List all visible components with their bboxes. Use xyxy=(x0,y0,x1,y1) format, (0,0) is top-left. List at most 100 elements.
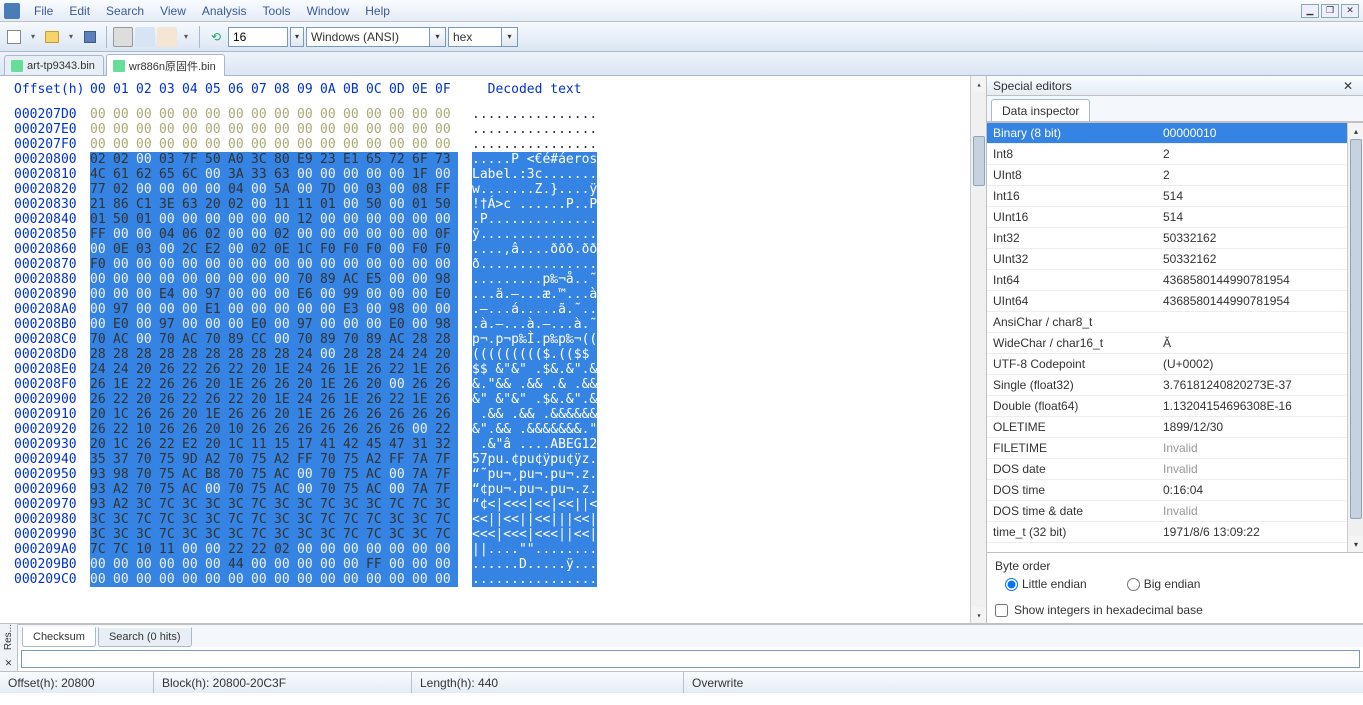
open-file-dropdown[interactable]: ▾ xyxy=(64,27,78,47)
inspector-value: Invalid xyxy=(1157,504,1363,518)
close-window-button[interactable]: ✕ xyxy=(1341,4,1359,18)
inspector-row[interactable]: Int644368580144990781954 xyxy=(987,270,1363,291)
inspector-row[interactable]: Double (float64)1.13204154696308E-16 xyxy=(987,396,1363,417)
inspector-key: Binary (8 bit) xyxy=(987,126,1157,140)
inspector-row[interactable]: AnsiChar / char8_t xyxy=(987,312,1363,333)
inspector-row[interactable]: UTF-8 Codepoint (U+0002) xyxy=(987,354,1363,375)
file-icon xyxy=(11,60,23,72)
menu-analysis[interactable]: Analysis xyxy=(194,2,255,20)
toggle-b-button[interactable] xyxy=(135,27,155,47)
back-button[interactable]: ⟲ xyxy=(206,27,226,47)
scroll-thumb[interactable] xyxy=(973,136,985,186)
menu-tools[interactable]: Tools xyxy=(255,2,299,20)
byteorder-group: Byte order Little endian Big endian xyxy=(987,552,1363,597)
menubar: FileEditSearchViewAnalysisToolsWindowHel… xyxy=(0,0,1363,22)
inspector-key: DOS time & date xyxy=(987,504,1157,518)
inspector-key: UInt64 xyxy=(987,294,1157,308)
special-editors-panel: Special editors ✕ Data inspector Binary … xyxy=(987,76,1363,623)
minimize-button[interactable]: ▁ xyxy=(1301,4,1319,18)
encoding-combo[interactable]: Windows (ANSI) ▾ xyxy=(306,27,446,47)
open-file-button[interactable] xyxy=(42,27,62,47)
toggle-c-button[interactable] xyxy=(157,27,177,47)
scroll-up-button[interactable]: ▴ xyxy=(971,76,987,92)
panel-close-button[interactable]: ✕ xyxy=(1339,79,1357,93)
encoding-value: Windows (ANSI) xyxy=(307,30,403,44)
file-tab-label: art-tp9343.bin xyxy=(27,60,95,72)
inspector-scroll-thumb[interactable] xyxy=(1350,139,1362,519)
inspector-row[interactable]: OLETIME1899/12/30 xyxy=(987,417,1363,438)
inspector-key: Single (float32) xyxy=(987,378,1157,392)
new-file-dropdown[interactable]: ▾ xyxy=(26,27,40,47)
menu-edit[interactable]: Edit xyxy=(61,2,98,20)
inspector-row[interactable]: DOS time & dateInvalid xyxy=(987,501,1363,522)
columns-input[interactable] xyxy=(228,27,288,47)
big-endian-radio[interactable]: Big endian xyxy=(1127,577,1201,591)
restore-button[interactable]: ❐ xyxy=(1321,4,1339,18)
inspector-key: Int64 xyxy=(987,273,1157,287)
inspector-row[interactable]: UInt16514 xyxy=(987,207,1363,228)
inspector-value: Ă xyxy=(1157,336,1363,350)
inspector-row[interactable]: WideChar / char16_tĂ xyxy=(987,333,1363,354)
bottom-search-input[interactable] xyxy=(21,650,1360,668)
save-button[interactable] xyxy=(80,27,100,47)
status-offset: Offset(h): 20800 xyxy=(0,672,154,693)
toggle-a-button[interactable] xyxy=(113,27,133,47)
toolbar: ▾ ▾ ▾ ⟲ ▾ Windows (ANSI) ▾ hex ▾ xyxy=(0,22,1363,52)
inspector-row[interactable]: UInt644368580144990781954 xyxy=(987,291,1363,312)
data-inspector-tab[interactable]: Data inspector xyxy=(991,99,1090,121)
little-endian-radio[interactable]: Little endian xyxy=(1005,577,1087,591)
inspector-row[interactable]: time_t (32 bit)1971/8/6 13:09:22 xyxy=(987,522,1363,543)
results-vertical-tab[interactable]: Res... ✕ xyxy=(0,624,18,671)
data-inspector-grid[interactable]: Binary (8 bit)00000010Int82UInt82Int1651… xyxy=(987,122,1363,552)
inspector-row[interactable]: UInt3250332162 xyxy=(987,249,1363,270)
columns-dropdown[interactable]: ▾ xyxy=(290,27,304,47)
inspector-row[interactable]: Int16514 xyxy=(987,186,1363,207)
numbase-combo[interactable]: hex ▾ xyxy=(448,27,518,47)
inspector-key: time_t (32 bit) xyxy=(987,525,1157,539)
inspector-key: Double (float64) xyxy=(987,399,1157,413)
inspector-scrollbar[interactable]: ▴ ▾ xyxy=(1347,123,1363,552)
inspector-row[interactable]: UInt82 xyxy=(987,165,1363,186)
inspector-row[interactable]: Int82 xyxy=(987,144,1363,165)
inspector-value: 4368580144990781954 xyxy=(1157,273,1363,287)
menu-file[interactable]: File xyxy=(26,2,61,20)
bottom-tab[interactable]: Checksum xyxy=(22,627,96,647)
results-close-icon[interactable]: ✕ xyxy=(5,658,13,669)
menu-search[interactable]: Search xyxy=(98,2,152,20)
inspector-scroll-up[interactable]: ▴ xyxy=(1348,123,1363,139)
hex-pane[interactable]: Offset(h)000102030405060708090A0B0C0D0E0… xyxy=(0,76,987,623)
inspector-row[interactable]: DOS time0:16:04 xyxy=(987,480,1363,501)
toggle-c-dropdown[interactable]: ▾ xyxy=(179,27,193,47)
file-icon xyxy=(113,60,125,72)
inspector-value: 4368580144990781954 xyxy=(1157,294,1363,308)
inspector-scroll-down[interactable]: ▾ xyxy=(1348,536,1363,552)
inspector-key: FILETIME xyxy=(987,441,1157,455)
menu-view[interactable]: View xyxy=(152,2,194,20)
inspector-value: 50332162 xyxy=(1157,252,1363,266)
panel-title: Special editors xyxy=(993,79,1072,93)
inspector-key: OLETIME xyxy=(987,420,1157,434)
app-icon xyxy=(4,3,20,19)
inspector-key: DOS date xyxy=(987,462,1157,476)
menu-window[interactable]: Window xyxy=(299,2,358,20)
inspector-row[interactable]: DOS dateInvalid xyxy=(987,459,1363,480)
inspector-value: 0:16:04 xyxy=(1157,483,1363,497)
file-tab[interactable]: wr886n原固件.bin xyxy=(106,54,225,76)
numbase-value: hex xyxy=(449,30,476,44)
inspector-row[interactable]: Single (float32)3.76181240820273E-37 xyxy=(987,375,1363,396)
inspector-row[interactable]: FILETIMEInvalid xyxy=(987,438,1363,459)
inspector-row[interactable]: Binary (8 bit)00000010 xyxy=(987,123,1363,144)
file-tabs: art-tp9343.bin wr886n原固件.bin xyxy=(0,52,1363,76)
file-tab[interactable]: art-tp9343.bin xyxy=(4,55,104,75)
hex-scrollbar[interactable]: ▴ ▾ xyxy=(970,76,986,623)
new-file-button[interactable] xyxy=(4,27,24,47)
inspector-key: UInt32 xyxy=(987,252,1157,266)
bottom-tab[interactable]: Search (0 hits) xyxy=(98,627,192,647)
status-mode: Overwrite xyxy=(684,672,1363,693)
inspector-value: 1.13204154696308E-16 xyxy=(1157,399,1363,413)
inspector-row[interactable]: Int3250332162 xyxy=(987,228,1363,249)
inspector-value: 2 xyxy=(1157,168,1363,182)
menu-help[interactable]: Help xyxy=(357,2,398,20)
scroll-down-button[interactable]: ▾ xyxy=(971,607,987,623)
show-hex-checkbox[interactable] xyxy=(995,604,1008,617)
